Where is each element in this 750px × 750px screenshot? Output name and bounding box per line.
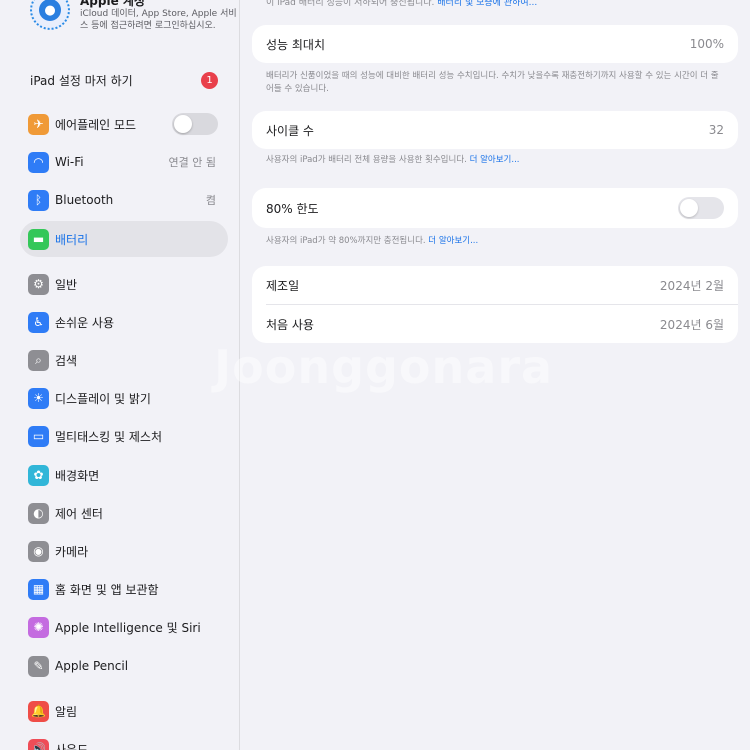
sidebar-item-search[interactable]: ⌕ 검색: [20, 342, 228, 378]
first-use-value: 2024년 6월: [659, 317, 724, 332]
sun-icon: ☀: [28, 387, 49, 409]
sidebar-item-battery[interactable]: ▬ 배터리: [20, 221, 228, 257]
sidebar-item-bluetooth[interactable]: ᛒ Bluetooth 켬: [20, 182, 228, 218]
cycle-count-footnote-text: 사용자의 iPad가 배터리 전체 용량을 사용한 횟수입니다.: [266, 155, 467, 165]
sidebar-item-sounds[interactable]: 🔊 사운드: [20, 731, 228, 750]
apple-account-row[interactable]: ● Apple 계정 iCloud 데이터, App Store, Apple …: [18, 0, 237, 48]
max-capacity-footnote: 배터리가 신품이었을 때의 성능에 대비한 배터리 성능 수치입니다. 수치가 …: [266, 71, 719, 94]
limit-80-toggle[interactable]: [678, 197, 724, 219]
multitasking-icon: ▭: [28, 425, 49, 447]
apple-logo-icon: ●: [39, 0, 61, 21]
bluetooth-icon: ᛒ: [28, 189, 49, 211]
sidebar-item-multitasking[interactable]: ▭ 멀티태스킹 및 제스처: [20, 418, 228, 454]
airplane-mode-toggle[interactable]: [172, 113, 218, 135]
limit-80-footnote-text: 사용자의 iPad가 약 80%까지만 충전됩니다.: [266, 236, 426, 246]
first-use-label: 처음 사용: [266, 317, 314, 332]
sidebar-item-apple-pencil[interactable]: ✎ Apple Pencil: [20, 648, 228, 684]
sidebar-item-label: 손쉬운 사용: [55, 315, 115, 330]
sidebar-item-value: 연결 안 됨: [168, 156, 216, 169]
sidebar-item-label: 에어플레인 모드: [55, 117, 137, 132]
sidebar-item-label: 디스플레이 및 밝기: [55, 391, 151, 406]
sidebar-item-accessibility[interactable]: ♿ 손쉬운 사용: [20, 304, 228, 340]
toggle-knob: [174, 115, 192, 133]
sidebar-item-wifi[interactable]: ◠ Wi-Fi 연결 안 됨: [20, 144, 228, 180]
manufacture-date-row: 제조일 2024년 2월: [266, 266, 724, 304]
control-center-icon: ◐: [28, 502, 49, 524]
limit-80-title: 80% 한도: [266, 201, 319, 216]
max-capacity-title: 성능 최대치: [266, 37, 326, 52]
search-icon: ⌕: [28, 349, 49, 371]
sidebar-item-label: 사운드: [55, 742, 89, 750]
limit-80-card: 80% 한도: [252, 188, 738, 228]
sidebar-item-control-center[interactable]: ◐ 제어 센터: [20, 495, 228, 531]
wallpaper-icon: ✿: [28, 464, 49, 486]
sidebar-item-label: 배경화면: [55, 468, 100, 483]
sidebar-item-notifications[interactable]: 🔔 알림: [20, 693, 228, 729]
sidebar-item-label: Wi-Fi: [55, 155, 84, 169]
sidebar-item-label: 카메라: [55, 544, 89, 559]
sidebar-item-label: Apple Intelligence 및 Siri: [55, 620, 201, 635]
top-note-text: 이 iPad 배터리 성능이 저하되어 충전됩니다.: [266, 0, 435, 8]
limit-80-learn-more-link[interactable]: 더 알아보기...: [428, 236, 478, 246]
sidebar-item-label: 홈 화면 및 앱 보관함: [55, 582, 159, 597]
airplane-icon: ✈: [28, 113, 49, 135]
sidebar-item-label: Apple Pencil: [55, 659, 129, 673]
first-use-row: 처음 사용 2024년 6월: [266, 305, 724, 343]
max-capacity-row: 성능 최대치 100%: [266, 25, 724, 63]
limit-80-footnote: 사용자의 iPad가 약 80%까지만 충전됩니다. 더 알아보기...: [266, 235, 726, 248]
cycle-count-footnote: 사용자의 iPad가 배터리 전체 용량을 사용한 횟수입니다. 더 알아보기.…: [266, 154, 726, 167]
sidebar-item-home-screen[interactable]: ▦ 홈 화면 및 앱 보관함: [20, 571, 228, 607]
battery-icon: ▬: [28, 228, 49, 250]
cycle-count-learn-more-link[interactable]: 더 알아보기...: [470, 155, 520, 165]
sidebar-item-label: Bluetooth: [55, 193, 114, 207]
notification-badge: 1: [201, 71, 218, 89]
account-subtitle: iCloud 데이터, App Store, Apple 서비스 등에 접근하려…: [80, 9, 237, 31]
speaker-icon: 🔊: [28, 738, 49, 750]
gear-icon: ⚙: [28, 273, 49, 295]
sidebar-item-camera[interactable]: ◉ 카메라: [20, 533, 228, 569]
sidebar-item-label: 제어 센터: [55, 506, 103, 521]
cycle-count-row: 사이클 수 32: [266, 111, 724, 149]
finish-setup-row[interactable]: iPad 설정 마저 하기 1: [30, 70, 218, 90]
sidebar-item-airplane[interactable]: ✈ 에어플레인 모드: [20, 106, 228, 142]
limit-80-row: 80% 한도: [266, 189, 724, 227]
sidebar-item-value: 켬: [205, 194, 216, 207]
sidebar-item-label: 알림: [55, 704, 78, 719]
home-screen-icon: ▦: [28, 578, 49, 600]
cycle-count-value: 32: [708, 123, 724, 137]
sidebar-item-label: 멀티태스킹 및 제스처: [55, 429, 162, 444]
cycle-count-card: 사이클 수 32: [252, 111, 738, 149]
manufacture-date-value: 2024년 2월: [659, 278, 724, 293]
top-note: 이 iPad 배터리 성능이 저하되어 충전됩니다. 배터리 및 보증에 관하여…: [266, 0, 537, 8]
bell-icon: 🔔: [28, 700, 49, 722]
toggle-knob: [680, 199, 698, 217]
max-capacity-card: 성능 최대치 100%: [252, 25, 738, 63]
max-capacity-value: 100%: [689, 37, 724, 51]
pencil-icon: ✎: [28, 655, 49, 677]
sidebar-item-apple-intelligence[interactable]: ✺ Apple Intelligence 및 Siri: [20, 609, 228, 645]
cycle-count-title: 사이클 수: [266, 123, 314, 138]
sidebar-item-general[interactable]: ⚙ 일반: [20, 266, 228, 302]
wifi-icon: ◠: [28, 151, 49, 173]
finish-setup-label: iPad 설정 마저 하기: [30, 73, 133, 88]
top-note-link[interactable]: 배터리 및 보증에 관하여...: [437, 0, 537, 8]
sidebar-item-label: 일반: [55, 277, 78, 292]
account-avatar: ●: [30, 0, 70, 30]
sidebar-item-label: 배터리: [55, 232, 89, 247]
siri-icon: ✺: [28, 616, 49, 638]
camera-icon: ◉: [28, 540, 49, 562]
manufacture-date-label: 제조일: [266, 278, 300, 293]
sidebar: ● Apple 계정 iCloud 데이터, App Store, Apple …: [0, 0, 240, 750]
sidebar-item-display[interactable]: ☀ 디스플레이 및 밝기: [20, 380, 228, 416]
sidebar-item-label: 검색: [55, 353, 78, 368]
sidebar-item-wallpaper[interactable]: ✿ 배경화면: [20, 457, 228, 493]
battery-detail-pane: 이 iPad 배터리 성능이 저하되어 충전됩니다. 배터리 및 보증에 관하여…: [240, 0, 750, 750]
accessibility-icon: ♿: [28, 311, 49, 333]
dates-card: 제조일 2024년 2월 처음 사용 2024년 6월: [252, 266, 738, 343]
